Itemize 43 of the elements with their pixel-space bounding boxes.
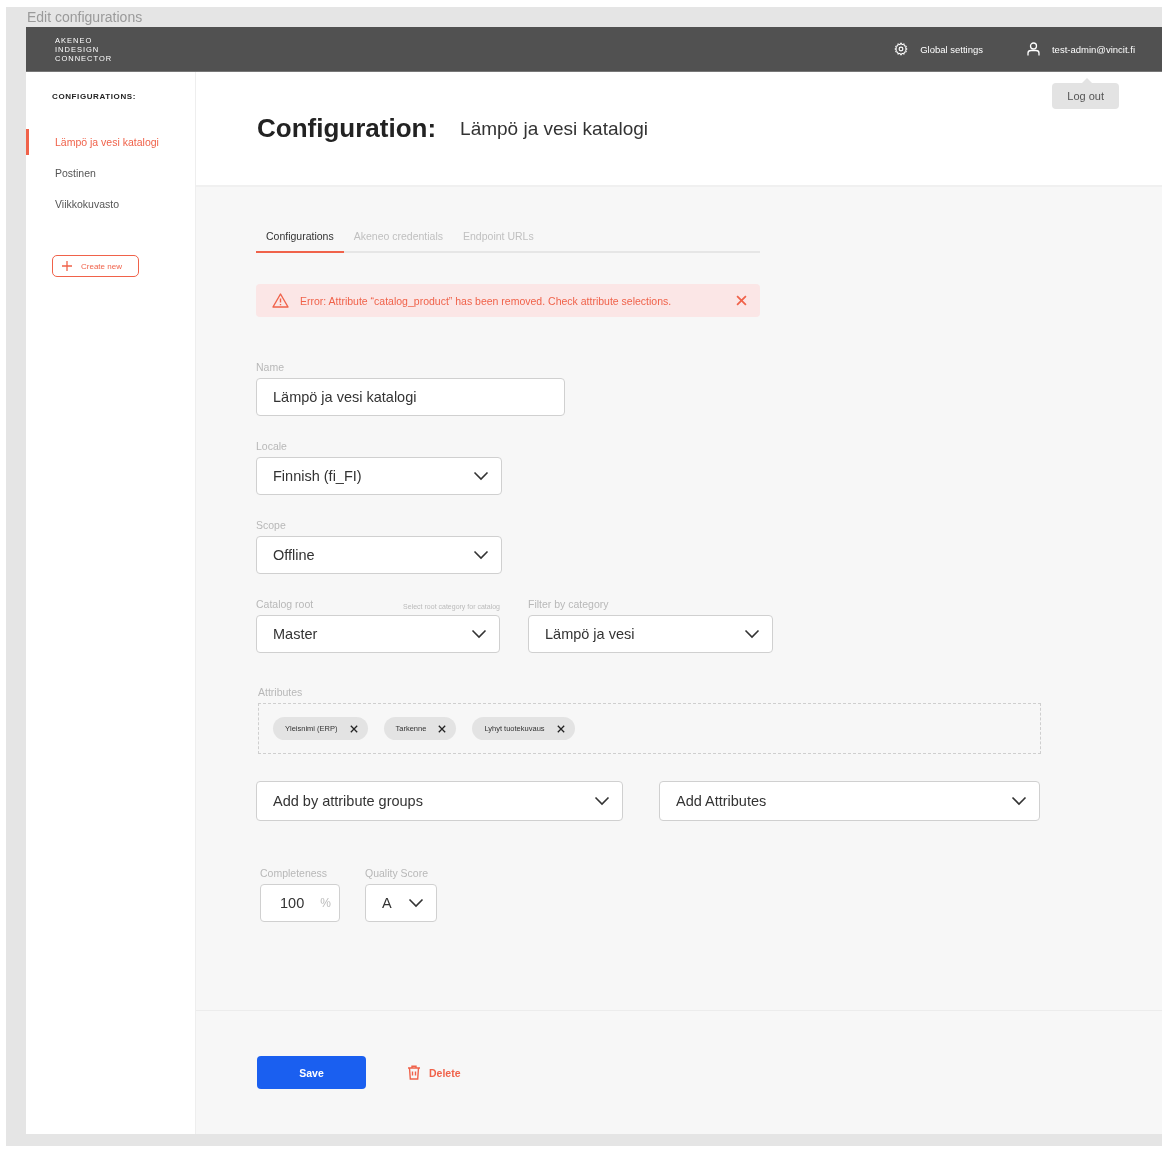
chevron-down-icon <box>473 471 489 481</box>
close-icon[interactable] <box>556 724 565 733</box>
window-title: Edit configurations <box>27 8 144 27</box>
plus-icon <box>62 261 72 271</box>
field-label: Name <box>256 361 284 373</box>
user-email[interactable]: test-admin@vincit.fi <box>1051 43 1135 55</box>
global-settings-link[interactable]: Global settings <box>920 43 983 55</box>
scope-dropdown[interactable]: Offline <box>256 536 502 574</box>
quality-score-dropdown[interactable]: A <box>365 884 437 922</box>
sidebar-item[interactable]: Postinen <box>26 160 195 186</box>
chevron-down-icon <box>408 898 424 908</box>
chevron-down-icon <box>473 550 489 560</box>
category-filter-dropdown[interactable]: Lämpö ja vesi <box>528 615 773 653</box>
save-button[interactable]: Save <box>257 1056 366 1089</box>
attributes-dropdown[interactable]: Add Attributes <box>659 781 1040 821</box>
trash-icon <box>407 1065 421 1080</box>
name-input[interactable]: Lämpö ja vesi katalogi <box>256 378 565 416</box>
field-label: Completeness <box>260 867 329 879</box>
field-label: Locale <box>256 440 287 452</box>
warning-icon <box>272 293 289 308</box>
user-icon[interactable] <box>1026 42 1040 56</box>
chevron-down-icon <box>471 629 487 639</box>
field-label: Scope <box>256 519 286 531</box>
error-message: Error: Attribute “catalog_product” has been removed. Check attribute selections. <box>300 294 673 307</box>
locale-dropdown[interactable]: Finnish (fi_FI) <box>256 457 502 495</box>
close-icon[interactable] <box>349 724 358 733</box>
sidebar-heading: CONFIGURATIONS: <box>52 92 137 101</box>
page-title: Configuration: <box>257 113 437 144</box>
catalog-root-dropdown[interactable]: Master <box>256 615 500 653</box>
attribute-groups-dropdown[interactable]: Add by attribute groups <box>256 781 623 821</box>
page-subtitle: Lämpö ja vesi katalogi <box>460 117 649 140</box>
settings-icon[interactable] <box>894 42 909 56</box>
tab[interactable]: Configurations <box>256 224 344 253</box>
sidebar-item[interactable]: Viikkokuvasto <box>26 191 195 217</box>
chevron-down-icon <box>1011 796 1027 806</box>
field-label: Filter by category <box>528 598 609 610</box>
close-icon[interactable] <box>438 724 447 733</box>
chevron-down-icon <box>744 629 760 639</box>
field-label: Catalog root <box>256 598 314 610</box>
field-label: Quality Score <box>365 867 430 879</box>
field-label: Attributes <box>258 686 303 698</box>
completeness-input[interactable]: 100 % <box>260 884 340 922</box>
chevron-down-icon <box>594 796 610 806</box>
